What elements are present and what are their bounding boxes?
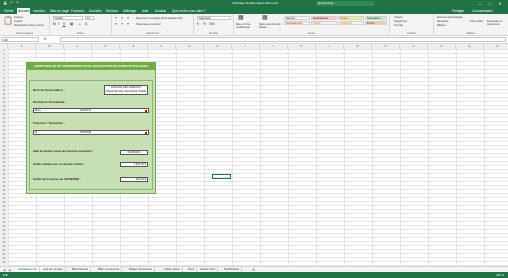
president-name[interactable]: DUPONT	[80, 109, 91, 112]
formula-bar: L30 fx	[0, 36, 508, 44]
format-painter-button[interactable]: Reproduire la mise en forme	[14, 24, 44, 27]
font-group: Calibri 11 G I S ▦ ▲ A Police	[50, 14, 112, 35]
last-statement-date-label: Date du dernier relevé de l'exercice pré…	[33, 150, 94, 153]
bold-button[interactable]: G	[53, 22, 56, 26]
copy-button[interactable]: Copier	[14, 20, 22, 23]
close-button[interactable]: ✕	[496, 0, 504, 7]
align-top-icon[interactable]: ≡	[115, 16, 117, 20]
fill-color-icon[interactable]: ▲	[78, 22, 82, 26]
style-normal[interactable]: Normal	[284, 16, 310, 20]
undo-icon[interactable]: ↶	[10, 0, 13, 7]
percent-icon[interactable]: %	[203, 22, 206, 26]
title-bar: 💾 ↶ ↷ Affichage Modèle caisse Microsoft …	[0, 0, 508, 7]
thousands-icon[interactable]: 000	[209, 22, 215, 26]
treasurer-field: M. DUPOND	[33, 130, 149, 135]
align-center-icon[interactable]: ≡	[121, 22, 123, 26]
italic-button[interactable]: I	[58, 22, 59, 26]
clipboard-label: Presse-papiers	[15, 32, 34, 35]
style-input[interactable]: Entrée	[365, 21, 387, 25]
merge-center-button[interactable]: Fusionner et centrer	[136, 23, 161, 26]
form-title: COMPTABILITE DE TRESORERIE POUR ASSOCIAT…	[34, 64, 148, 68]
style-neutral[interactable]: Neutre	[338, 16, 364, 20]
format-as-table-icon[interactable]: ▦	[262, 15, 268, 21]
editing-label: Édition	[467, 32, 475, 35]
font-label: Police	[76, 32, 85, 35]
dropdown-indicator-icon[interactable]	[145, 110, 147, 112]
treasurer-civility[interactable]: M.	[35, 131, 38, 134]
form-body	[29, 80, 153, 190]
selected-cell[interactable]	[212, 174, 231, 179]
paste-icon[interactable]: 📋	[3, 17, 13, 25]
treasurer-label: Trésorier / Trésorière :	[33, 121, 65, 125]
alignment-label: Alignement	[146, 32, 159, 35]
president-civility[interactable]: Mme.	[35, 109, 41, 112]
align-left-icon[interactable]: ≡	[115, 22, 117, 26]
window-title: Affichage Modèle caisse Microsoft	[232, 1, 278, 5]
number-group: Standard € % 000 Nombre	[194, 14, 234, 35]
align-middle-icon[interactable]: ≡	[121, 16, 123, 20]
name-box[interactable]: L30	[1, 37, 39, 42]
style-warning[interactable]: Avertissement	[284, 21, 310, 25]
zoom-level[interactable]: 100 %	[496, 272, 504, 278]
association-name-field[interactable]: AMICALE DES PARENTS D'ELEVES DE L'ECOLE …	[104, 85, 148, 95]
style-good[interactable]: Satisfaisant	[365, 16, 387, 20]
minimize-button[interactable]: —	[476, 0, 484, 7]
last-statement-date-field[interactable]: 31/08/2023	[120, 150, 148, 155]
styles-label: Styles	[307, 32, 316, 35]
style-bad[interactable]: Insatisfaisant	[311, 16, 337, 20]
search-box[interactable]: Rechercher	[316, 1, 374, 6]
cells-label: Cellules	[406, 32, 417, 35]
cash-balance-label: Solde de la caisse au 31/08/2023 :	[33, 177, 81, 181]
treasurer-name[interactable]: DUPOND	[80, 131, 91, 134]
alignment-group: ≡ ≡ ≡ ≡ ≡ ≡ Renvoyer à la ligne automati…	[112, 14, 194, 35]
styles-group: ▦ Mise en forme conditionnelle ▦ Mettre …	[234, 14, 390, 35]
borders-icon[interactable]: ▦	[70, 22, 73, 26]
redo-icon[interactable]: ↷	[16, 0, 19, 7]
number-format-select[interactable]: Standard	[197, 16, 231, 20]
underline-button[interactable]: S	[63, 22, 65, 26]
wrap-text-button[interactable]: Renvoyer à la ligne automatiquement	[136, 17, 182, 20]
dropdown-indicator-icon[interactable]	[145, 132, 147, 134]
statement-balance-field[interactable]: 1 500,00 €	[120, 162, 148, 167]
status-ready: Prêt	[3, 273, 9, 277]
style-calculation[interactable]: Calcul	[311, 21, 337, 25]
conditional-formatting-button[interactable]: Mise en forme conditionnelle	[236, 24, 256, 30]
fx-icon[interactable]: fx	[44, 37, 46, 42]
cash-balance-field[interactable]: 300,00 €	[120, 177, 148, 182]
find-select-button[interactable]: Rechercher et sélectionner	[487, 20, 507, 26]
conditional-formatting-icon[interactable]: ▦	[238, 15, 244, 21]
status-bar: Prêt 100 %	[0, 272, 508, 278]
ribbon-tabs: Fichier Accueil Insertion Mise en page F…	[0, 7, 508, 14]
president-label: Président / Présidente :	[33, 100, 67, 104]
font-color-icon[interactable]: A	[85, 22, 87, 26]
align-bottom-icon[interactable]: ≡	[127, 16, 129, 20]
editing-group: Somme automatique Recopier Effacer Trier…	[434, 14, 508, 36]
currency-icon[interactable]: €	[197, 22, 199, 26]
sort-filter-button[interactable]: Trier et filtrer	[470, 20, 486, 23]
cells-group: Insérer Supprimer Format Cellules	[390, 14, 434, 35]
align-right-icon[interactable]: ≡	[127, 22, 129, 26]
style-linked-cell[interactable]: Cellule liée	[338, 21, 364, 25]
ribbon: 📋 Couper Copier Reproduire la mise en fo…	[0, 14, 508, 36]
format-cells-button[interactable]: Format	[394, 24, 403, 27]
association-label: Nom de l'association :	[33, 88, 65, 92]
number-label: Nombre	[208, 32, 219, 35]
president-field: Mme. DUPONT	[33, 108, 149, 113]
row-header[interactable]: 54	[0, 261, 8, 265]
clear-button[interactable]: Effacer	[437, 24, 446, 27]
save-icon[interactable]: 💾	[3, 0, 7, 7]
maximize-button[interactable]: □	[486, 0, 494, 7]
statement-balance-label: Solde indiqué sur ce dernier relevé :	[33, 162, 85, 166]
formula-input[interactable]	[60, 37, 506, 42]
font-size-select[interactable]: 11	[85, 16, 94, 20]
font-family-select[interactable]: Calibri	[53, 16, 83, 20]
format-as-table-button[interactable]: Mettre sous forme de tableau	[259, 24, 281, 30]
clipboard-group: 📋 Couper Copier Reproduire la mise en fo…	[0, 14, 50, 35]
